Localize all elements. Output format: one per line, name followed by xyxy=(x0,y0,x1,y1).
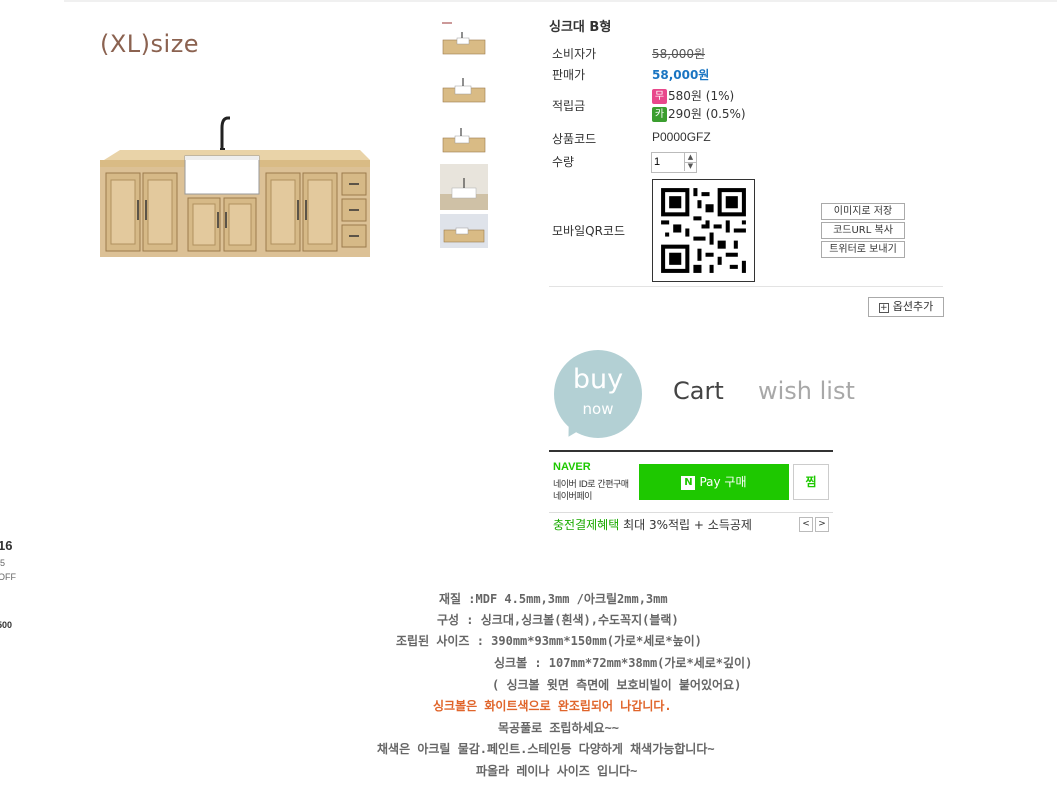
product-title: 싱크대 B형 xyxy=(549,20,612,35)
quantity-input[interactable] xyxy=(654,154,682,169)
desc-line-7: 목공풀로 조립하세요~~ xyxy=(498,721,620,735)
save-as-image-button[interactable]: 이미지로 저장 xyxy=(821,203,905,220)
benefit-text: 최대 3%적립 + 소득공제 xyxy=(623,518,752,532)
sale-price-value: 58,000원 xyxy=(652,68,710,82)
points-text-1: 580원 (1%) xyxy=(668,89,735,103)
benefit-prev-button[interactable]: < xyxy=(799,517,813,532)
desc-line-9: 파올라 레이나 사이즈 입니다~ xyxy=(476,764,638,778)
copy-code-url-button[interactable]: 코드URL 복사 xyxy=(821,222,905,239)
points-row-1: 무 580원 (1%) xyxy=(652,87,734,104)
naver-sub2: 네이버페이 xyxy=(553,492,592,502)
naverpay-buy-label: Pay 구매 xyxy=(699,475,747,489)
widget-number: 16 xyxy=(0,538,13,553)
add-option-button[interactable]: + 옵션추가 xyxy=(868,297,944,317)
benefit-highlight: 충전결제혜택 xyxy=(553,518,620,532)
qr-code-image xyxy=(652,179,755,282)
naverpay-zzim-button[interactable]: 찜 xyxy=(793,464,829,500)
widget-price: 500 xyxy=(0,620,13,630)
wishlist-button[interactable]: wish list xyxy=(758,377,855,405)
product-code-label: 상품코드 xyxy=(552,132,597,146)
thumbnail-1[interactable] xyxy=(440,18,488,60)
points-text-2: 290원 (0.5%) xyxy=(668,107,746,121)
desc-line-6: 싱크볼은 화이트색으로 완조립되어 나갑니다. xyxy=(433,699,672,713)
quantity-down-button[interactable]: ▼ xyxy=(684,162,696,171)
widget-sub1: 5 xyxy=(0,558,6,568)
thumbnail-2[interactable] xyxy=(440,70,488,112)
points-row-2: 카 290원 (0.5%) xyxy=(652,105,746,122)
thumbnail-4[interactable] xyxy=(440,164,488,210)
sale-price-label: 판매가 xyxy=(552,68,586,82)
desc-line-5: ( 싱크볼 윗면 측면에 보호비빌이 붙어있어요) xyxy=(492,678,742,692)
naverpay-benefit: 충전결제혜택 최대 3%적립 + 소득공제 xyxy=(553,516,752,533)
desc-line-3: 조립된 사이즈 : 390mm*93mm*150mm(가로*세로*높이) xyxy=(396,634,702,648)
desc-line-4: 싱크볼 : 107mm*72mm*38mm(가로*세로*깊이) xyxy=(494,656,753,670)
info-divider xyxy=(549,286,943,287)
desc-line-2: 구성 : 싱크대,싱크볼(흰색),수도꼭지(블랙) xyxy=(437,613,679,627)
quantity-stepper: ▲ ▼ xyxy=(651,152,697,173)
add-option-label: 옵션추가 xyxy=(892,300,934,313)
no-interest-badge: 무 xyxy=(652,89,667,104)
consumer-price-value: 58,000원 xyxy=(652,47,706,61)
product-main-image xyxy=(100,116,370,257)
card-badge: 카 xyxy=(652,107,667,122)
naverpay-panel: NAVER 네이버 ID로 간편구매 네이버페이 N Pay 구매 찜 xyxy=(549,450,833,513)
widget-sub2: OFF xyxy=(0,572,16,582)
desc-line-8: 채색은 아크릴 물감.페인트.스테인등 다양하게 채색가능합니다~ xyxy=(377,742,715,756)
quantity-label: 수량 xyxy=(552,155,575,169)
points-label: 적립금 xyxy=(552,99,586,113)
send-to-twitter-button[interactable]: 트위터로 보내기 xyxy=(821,241,905,258)
mobile-qr-label: 모바일QR코드 xyxy=(552,224,625,238)
thumbnail-3[interactable] xyxy=(440,120,488,162)
naver-n-icon: N xyxy=(681,476,696,490)
consumer-price-label: 소비자가 xyxy=(552,47,597,61)
product-code-value: P0000GFZ xyxy=(652,130,711,144)
now-text: now xyxy=(582,400,614,418)
benefit-next-button[interactable]: > xyxy=(815,517,829,532)
desc-line-1: 재질 :MDF 4.5mm,3mm /아크릴2mm,3mm xyxy=(439,592,668,606)
top-divider xyxy=(64,0,1057,2)
naver-logo: NAVER xyxy=(553,461,591,473)
thumbnail-5[interactable] xyxy=(440,214,488,248)
naverpay-buy-button[interactable]: N Pay 구매 xyxy=(639,464,789,500)
cart-button[interactable]: Cart xyxy=(673,377,724,405)
buy-now-button[interactable]: buy now xyxy=(554,350,642,438)
plus-icon: + xyxy=(878,303,889,313)
buy-text: buy xyxy=(572,364,624,395)
